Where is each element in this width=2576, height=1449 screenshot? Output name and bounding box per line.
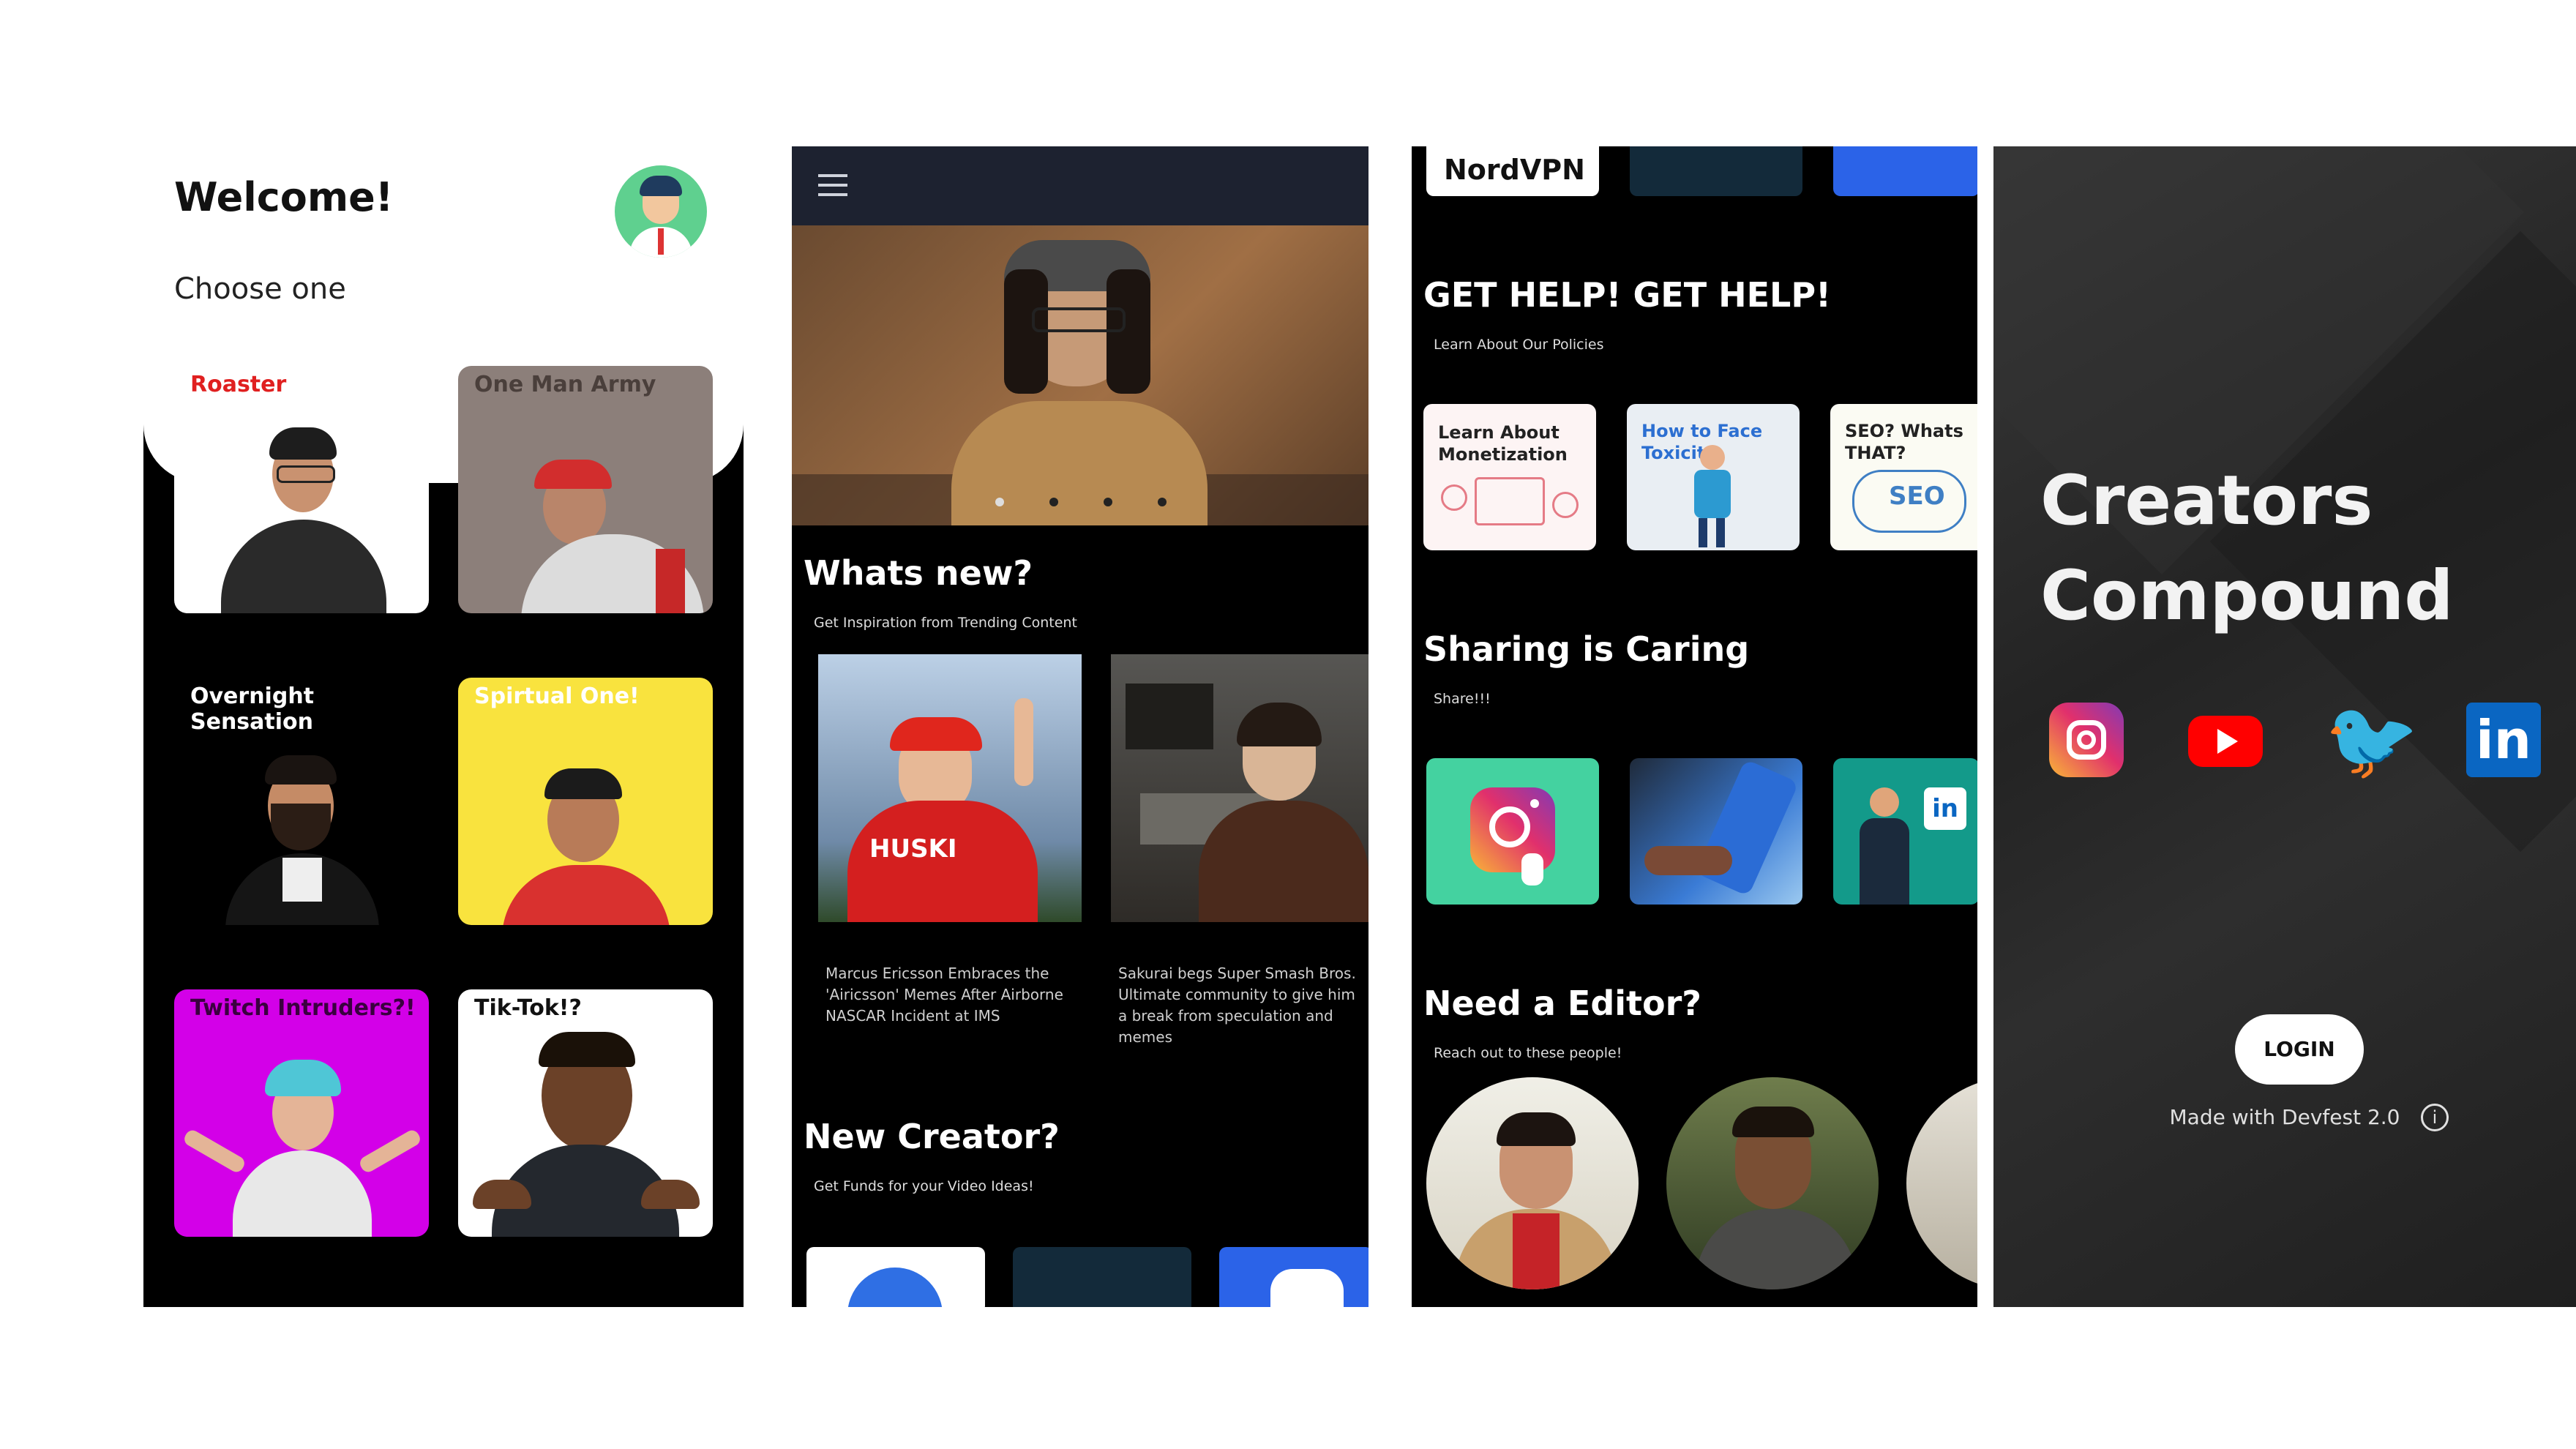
article-caption[interactable]: Sakurai begs Super Smash Bros. Ultimate …	[1118, 963, 1367, 1048]
sponsor-card[interactable]	[1630, 146, 1802, 196]
help-card-monetization[interactable]: Learn About Monetization	[1423, 404, 1596, 550]
linkedin-icon: in	[1924, 787, 1966, 830]
category-card-twitch-intruders[interactable]: Twitch Intruders?!	[174, 989, 429, 1237]
category-card-spiritual-one[interactable]: Spirtual One!	[458, 678, 713, 925]
linkedin-icon[interactable]: in	[2466, 703, 2541, 777]
screen-home-feed: Whats new? Get Inspiration from Trending…	[792, 146, 1368, 1307]
youtube-icon[interactable]	[2188, 716, 2263, 767]
section-title-get-help: GET HELP! GET HELP!	[1423, 275, 1832, 315]
twitter-icon[interactable]: 🐦	[2324, 697, 2419, 783]
section-subtitle-new-creator: Get Funds for your Video Ideas!	[814, 1178, 1034, 1194]
editor-avatar[interactable]	[1666, 1077, 1879, 1289]
fund-card[interactable]	[1013, 1247, 1191, 1307]
editor-avatar[interactable]	[1426, 1077, 1639, 1289]
fund-card[interactable]	[806, 1247, 985, 1307]
section-subtitle-whats-new: Get Inspiration from Trending Content	[814, 615, 1077, 631]
editor-avatar[interactable]	[1906, 1077, 1977, 1289]
section-subtitle-sharing: Share!!!	[1434, 691, 1491, 707]
share-card-linkedin[interactable]: in	[1833, 758, 1977, 905]
app-title-line1: Creators	[2040, 461, 2373, 541]
app-title-line2: Compound	[2040, 556, 2454, 636]
category-card-roaster[interactable]: Roaster	[174, 366, 429, 613]
article-brand: HUSKI	[869, 834, 957, 864]
screen-login: Creators Compound 🐦 in LOGIN Made with D…	[1993, 146, 2576, 1307]
category-card-tik-tok[interactable]: Tik-Tok!?	[458, 989, 713, 1237]
category-card-overnight-sensation[interactable]: Overnight Sensation	[174, 678, 429, 925]
instagram-icon[interactable]	[2049, 703, 2124, 777]
menu-icon[interactable]	[818, 174, 847, 196]
info-icon[interactable]: i	[2421, 1104, 2449, 1131]
section-title-editor: Need a Editor?	[1423, 984, 1701, 1023]
share-card-instagram[interactable]	[1426, 758, 1599, 905]
avatar[interactable]	[615, 165, 707, 258]
hero-carousel[interactable]	[792, 225, 1368, 525]
section-title-whats-new: Whats new?	[804, 553, 1033, 593]
carousel-dot[interactable]	[1104, 498, 1112, 506]
login-button[interactable]: LOGIN	[2235, 1014, 2364, 1085]
carousel-dot[interactable]	[995, 498, 1004, 506]
help-card-toxicity[interactable]: How to Face Toxicity	[1627, 404, 1800, 550]
sponsor-brand: NordVPN	[1444, 154, 1585, 186]
share-card-twitter[interactable]	[1630, 758, 1802, 905]
help-card-seo[interactable]: SEO? Whats THAT? SEO	[1830, 404, 1977, 550]
footer-text: Made with Devfest 2.0	[2169, 1105, 2400, 1129]
screen-choose-category: Welcome! Choose one Roaster One Man Army…	[143, 146, 744, 1307]
page-subtitle: Choose one	[174, 272, 346, 306]
section-subtitle-get-help: Learn About Our Policies	[1434, 337, 1604, 353]
fund-card[interactable]	[1219, 1247, 1368, 1307]
sponsor-card[interactable]: NordVPN	[1426, 146, 1599, 196]
section-title-new-creator: New Creator?	[804, 1117, 1060, 1156]
app-bar	[792, 146, 1368, 225]
category-card-one-man-army[interactable]: One Man Army	[458, 366, 713, 613]
article-image[interactable]	[1111, 654, 1368, 922]
page-title: Welcome!	[174, 174, 394, 220]
footer: Made with Devfest 2.0 i	[1993, 1104, 2576, 1131]
screen-resources: NordVPN GET HELP! GET HELP! Learn About …	[1412, 146, 1977, 1307]
carousel-dot[interactable]	[1158, 498, 1167, 506]
section-title-sharing: Sharing is Caring	[1423, 629, 1750, 669]
article-caption[interactable]: Marcus Ericsson Embraces the 'Airicsson'…	[825, 963, 1074, 1027]
section-subtitle-editor: Reach out to these people!	[1434, 1045, 1622, 1061]
article-image[interactable]: HUSKI	[818, 654, 1082, 922]
carousel-dot[interactable]	[1049, 498, 1058, 506]
sponsor-card[interactable]	[1833, 146, 1977, 196]
